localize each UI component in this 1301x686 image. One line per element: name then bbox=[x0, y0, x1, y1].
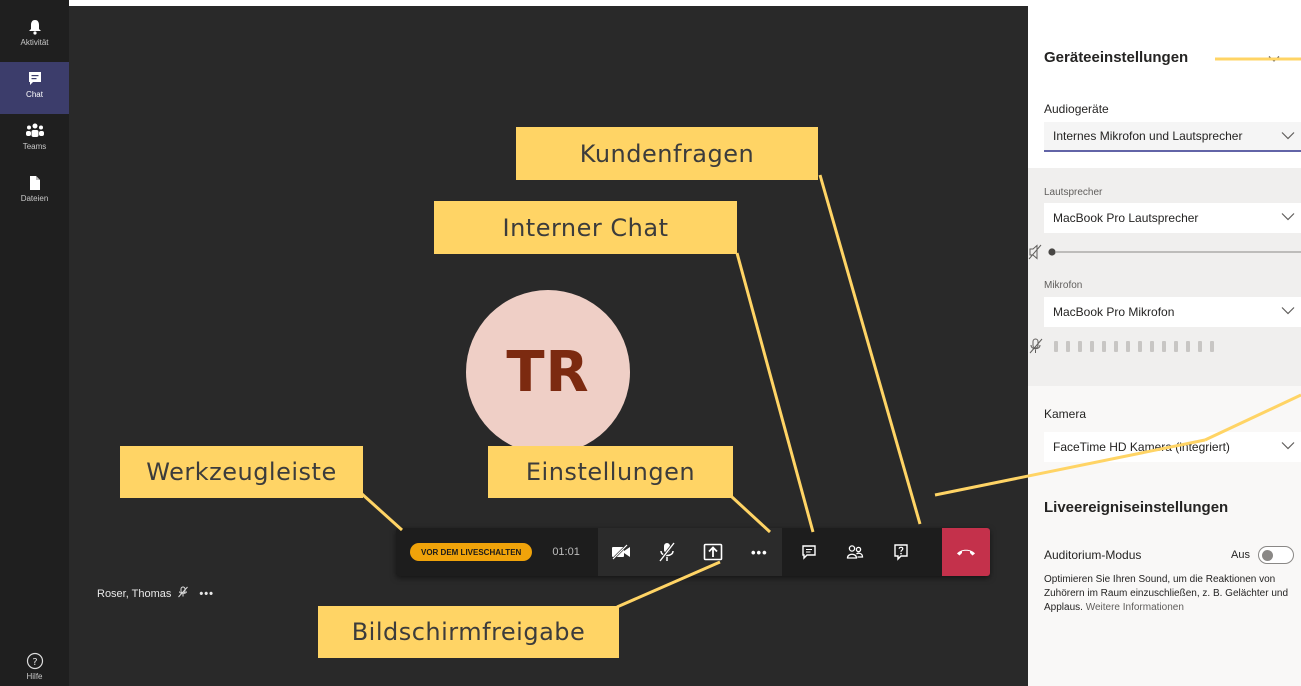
mic-muted-icon bbox=[1029, 338, 1043, 354]
speaker-label: Lautsprecher bbox=[1044, 187, 1103, 198]
share-screen-button[interactable] bbox=[690, 528, 736, 576]
camera-value: FaceTime HD Kamera (integriert) bbox=[1053, 440, 1230, 454]
camera-off-icon bbox=[612, 544, 631, 560]
camera-select[interactable]: FaceTime HD Kamera (integriert) bbox=[1044, 432, 1301, 462]
auditorium-mode-state: Aus bbox=[1231, 549, 1250, 561]
mic-level-meter bbox=[1028, 336, 1301, 356]
bell-icon bbox=[28, 18, 42, 36]
toolbar-controls: ••• bbox=[598, 528, 783, 576]
chevron-down-icon bbox=[1281, 307, 1295, 315]
phone-hangup-icon bbox=[957, 549, 975, 556]
chevron-down-icon bbox=[1281, 213, 1295, 221]
speaker-select[interactable]: MacBook Pro Lautsprecher bbox=[1044, 203, 1301, 233]
chevron-down-icon bbox=[1281, 442, 1295, 450]
live-event-settings-title: Liveereigniseinstellungen bbox=[1044, 499, 1229, 516]
participants-icon bbox=[847, 545, 864, 559]
file-icon bbox=[29, 174, 41, 192]
camera-live-section bbox=[1028, 386, 1301, 686]
mic-muted-icon bbox=[177, 586, 189, 601]
rail-item-label: Hilfe bbox=[26, 672, 43, 681]
auditorium-mode-label: Auditorium-Modus bbox=[1044, 548, 1142, 562]
toolbar-panels bbox=[786, 528, 924, 576]
camera-label: Kamera bbox=[1044, 407, 1087, 421]
app-rail: Aktivität Chat Teams Dateien ? Hilfe bbox=[0, 0, 69, 686]
collapse-chevron-icon[interactable] bbox=[1268, 50, 1280, 68]
rail-item-teams[interactable]: Teams bbox=[0, 114, 69, 166]
teams-icon bbox=[25, 122, 45, 140]
more-options-button[interactable]: ••• bbox=[736, 528, 782, 576]
chevron-down-icon bbox=[1281, 132, 1295, 140]
rail-item-chat[interactable]: Chat bbox=[0, 62, 69, 114]
callout-werkzeugleiste: Werkzeugleiste bbox=[120, 446, 363, 498]
svg-text:?: ? bbox=[32, 657, 37, 668]
rail-item-label: Teams bbox=[22, 142, 47, 151]
device-settings-panel: Geräteeinstellungen Audiogeräte Internes… bbox=[1028, 0, 1301, 686]
mic-label: Mikrofon bbox=[1044, 280, 1083, 291]
callout-interner-chat: Interner Chat bbox=[434, 201, 737, 254]
call-timer: 01:01 bbox=[552, 546, 580, 558]
camera-off-button[interactable] bbox=[598, 528, 644, 576]
panel-title: Geräteeinstellungen bbox=[1044, 49, 1189, 66]
mic-off-button[interactable] bbox=[644, 528, 690, 576]
more-info-link[interactable]: Weitere Informationen bbox=[1086, 602, 1184, 613]
more-options-icon: ••• bbox=[750, 544, 768, 560]
auditorium-mode-row: Auditorium-Modus Aus bbox=[1044, 546, 1294, 564]
meeting-toolbar: VOR DEM LIVESCHALTEN 01:01 ••• bbox=[396, 528, 990, 576]
audio-device-value: Internes Mikrofon und Lautsprecher bbox=[1053, 129, 1243, 143]
share-screen-icon bbox=[704, 543, 723, 561]
chat-button[interactable] bbox=[786, 528, 832, 576]
participants-button[interactable] bbox=[832, 528, 878, 576]
avatar-initials: TR bbox=[506, 339, 590, 405]
qa-button[interactable] bbox=[878, 528, 924, 576]
speaker-volume-slider[interactable] bbox=[1028, 242, 1301, 262]
presenter-name: Roser, Thomas bbox=[97, 587, 172, 600]
presenter-label: Roser, Thomas ••• bbox=[97, 586, 214, 601]
hang-up-button[interactable] bbox=[942, 528, 990, 576]
mic-select[interactable]: MacBook Pro Mikrofon bbox=[1044, 297, 1301, 327]
rail-item-label: Chat bbox=[26, 90, 43, 99]
avatar: TR bbox=[466, 290, 630, 454]
chat-icon bbox=[802, 545, 817, 560]
audio-device-select[interactable]: Internes Mikrofon und Lautsprecher bbox=[1044, 122, 1301, 152]
callout-einstellungen: Einstellungen bbox=[488, 446, 733, 498]
rail-item-activity[interactable]: Aktivität bbox=[0, 10, 69, 62]
callout-kundenfragen: Kundenfragen bbox=[516, 127, 818, 180]
mic-off-icon bbox=[659, 542, 676, 562]
auditorium-mode-toggle[interactable] bbox=[1258, 546, 1294, 564]
help-icon: ? bbox=[26, 652, 44, 670]
rail-item-help[interactable]: ? Hilfe bbox=[0, 646, 69, 686]
status-badge: VOR DEM LIVESCHALTEN bbox=[410, 543, 533, 561]
auditorium-description: Optimieren Sie Ihren Sound, um die Reakt… bbox=[1044, 573, 1301, 615]
speaker-muted-icon bbox=[1028, 244, 1042, 260]
mic-value: MacBook Pro Mikrofon bbox=[1053, 305, 1175, 319]
qa-icon bbox=[894, 544, 909, 561]
rail-item-label: Dateien bbox=[20, 194, 49, 203]
audio-devices-label: Audiogeräte bbox=[1044, 102, 1109, 116]
chat-icon bbox=[28, 70, 42, 88]
callout-bildschirmfreigabe: Bildschirmfreigabe bbox=[318, 606, 619, 658]
rail-item-label: Aktivität bbox=[20, 38, 49, 47]
presenter-more-button[interactable]: ••• bbox=[199, 588, 214, 600]
rail-item-files[interactable]: Dateien bbox=[0, 166, 69, 218]
speaker-value: MacBook Pro Lautsprecher bbox=[1053, 211, 1199, 225]
